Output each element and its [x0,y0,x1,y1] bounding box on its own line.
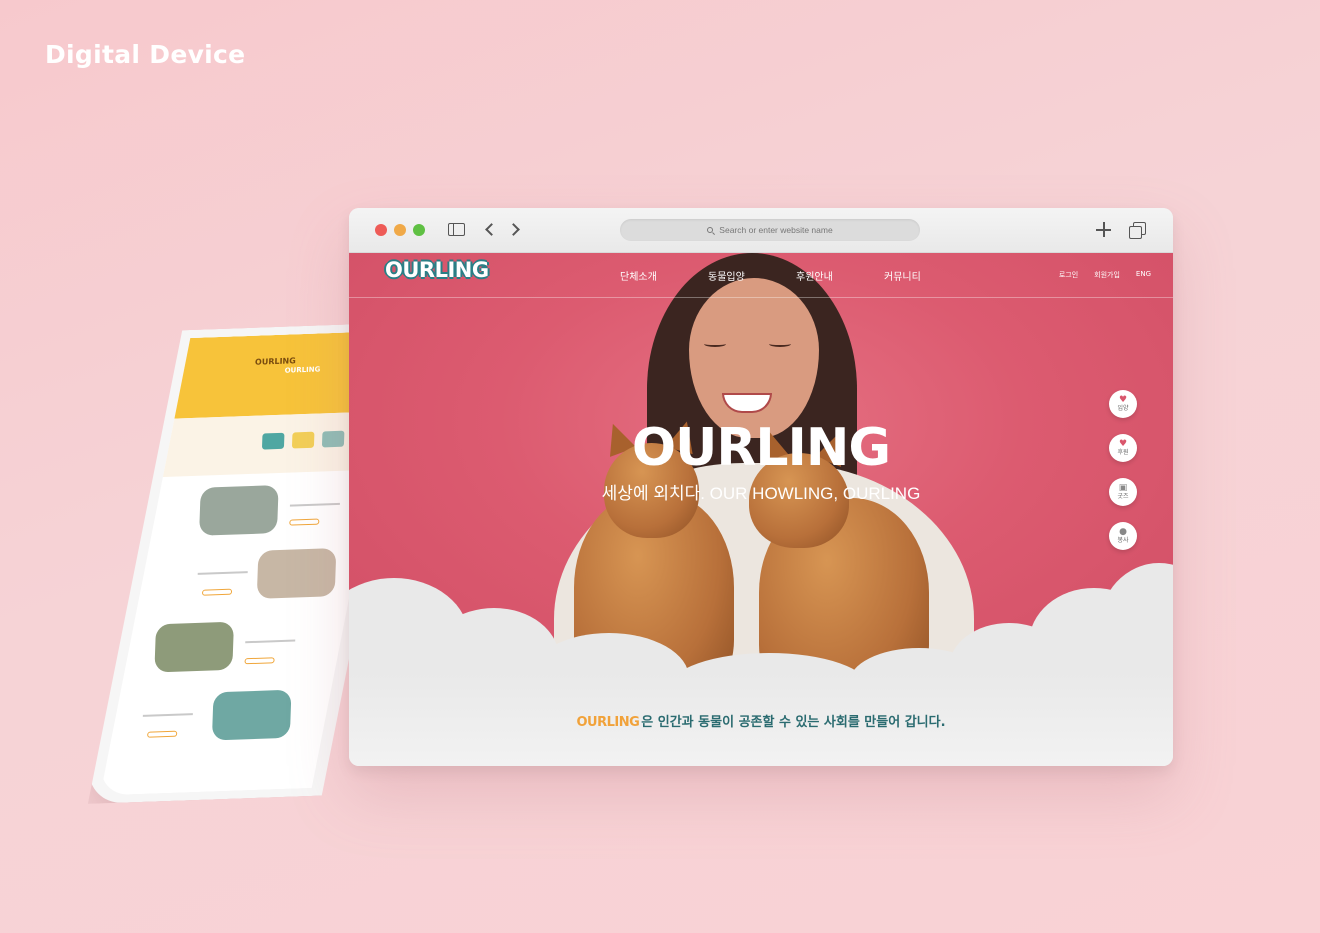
volunteer-icon: ● [1119,527,1127,537]
nav-item-community[interactable]: 커뮤니티 [884,268,972,283]
mobile-product-image[interactable] [292,432,315,449]
site-logo[interactable]: OURLING [385,258,489,282]
intro-text: 은 인간과 동물이 공존할 수 있는 사회를 만들어 갑니다. [641,715,946,730]
mobile-feature-image[interactable] [257,548,337,599]
gift-icon: ▣ [1118,483,1128,493]
quick-goods-label: 굿즈 [1117,493,1129,500]
browser-toolbar: Search or enter website name [349,208,1173,253]
mobile-more-button[interactable] [289,519,319,526]
nav-item-about[interactable]: 단체소개 [620,268,708,283]
quick-volunteer-button[interactable]: ● 봉사 [1109,522,1137,550]
sidebar-toggle-icon[interactable] [448,223,465,236]
intro-statement: OURLING 은 인간과 동물이 공존할 수 있는 사회를 만들어 갑니다. [349,711,1173,730]
mobile-feature-image[interactable] [199,485,279,536]
maximize-window-button[interactable] [413,224,425,236]
mobile-more-button[interactable] [202,589,232,596]
nav-item-adoption[interactable]: 동물입양 [708,268,796,283]
heart-icon: ♥ [1118,395,1128,405]
quick-menu: ♥ 입양 ♥ 후원 ▣ 굿즈 ● 봉사 [1109,390,1137,566]
quick-adopt-button[interactable]: ♥ 입양 [1109,390,1137,418]
intro-brand: OURLING [576,715,640,730]
minimize-window-button[interactable] [394,224,406,236]
donate-icon: ♥ [1118,439,1128,449]
quick-volunteer-label: 봉사 [1117,537,1129,544]
mobile-feature-text [198,571,248,575]
mobile-feature-image[interactable] [212,690,292,741]
quick-donate-button[interactable]: ♥ 후원 [1109,434,1137,462]
close-window-button[interactable] [375,224,387,236]
tab-overview-icon[interactable] [1129,222,1146,239]
quick-donate-label: 후원 [1117,449,1129,456]
mobile-logo[interactable]: OURLING [255,356,296,366]
nav-item-donation[interactable]: 후원안내 [796,268,884,283]
mobile-feature-text [245,639,295,643]
mobile-product-image[interactable] [262,433,285,450]
quick-adopt-label: 입양 [1117,405,1129,412]
mobile-more-button[interactable] [147,731,177,738]
address-placeholder: Search or enter website name [719,225,833,235]
browser-window: Search or enter website name OURLING 단체소 [349,208,1173,766]
address-bar[interactable]: Search or enter website name [620,219,920,241]
site-nav: 단체소개 동물입양 후원안내 커뮤니티 [620,268,972,283]
language-link[interactable]: ENG [1136,270,1151,280]
hero-photo-eye [704,341,726,347]
utility-links: 로그인 회원가입 ENG [1059,270,1151,280]
mobile-feature-text [290,503,340,507]
back-arrow-icon[interactable] [485,223,498,236]
mobile-more-button[interactable] [244,657,274,664]
search-icon [707,227,714,233]
presentation-title: Digital Device [45,40,246,69]
site-header: OURLING 단체소개 동물입양 후원안내 커뮤니티 로그인 회원가입 ENG [349,253,1173,298]
quick-goods-button[interactable]: ▣ 굿즈 [1109,478,1137,506]
hero-photo-eye [769,341,791,347]
new-tab-icon[interactable] [1096,222,1111,237]
mobile-feature-text [143,713,193,717]
login-link[interactable]: 로그인 [1059,270,1078,280]
mobile-product-image[interactable] [322,431,345,448]
signup-link[interactable]: 회원가입 [1094,270,1120,280]
website-page: OURLING 단체소개 동물입양 후원안내 커뮤니티 로그인 회원가입 ENG… [349,253,1173,766]
hero-photo-face [689,278,819,438]
mobile-hero-title: OURLING [284,365,321,375]
forward-arrow-icon[interactable] [507,223,520,236]
hero-tagline: 세상에 외치다. OUR HOWLING, OURLING [601,484,921,503]
mobile-feature-image[interactable] [154,622,234,673]
hero-brand-title: OURLING [631,418,891,478]
intro-section: OURLING 은 인간과 동물이 공존할 수 있는 사회를 만들어 갑니다. [349,673,1173,766]
